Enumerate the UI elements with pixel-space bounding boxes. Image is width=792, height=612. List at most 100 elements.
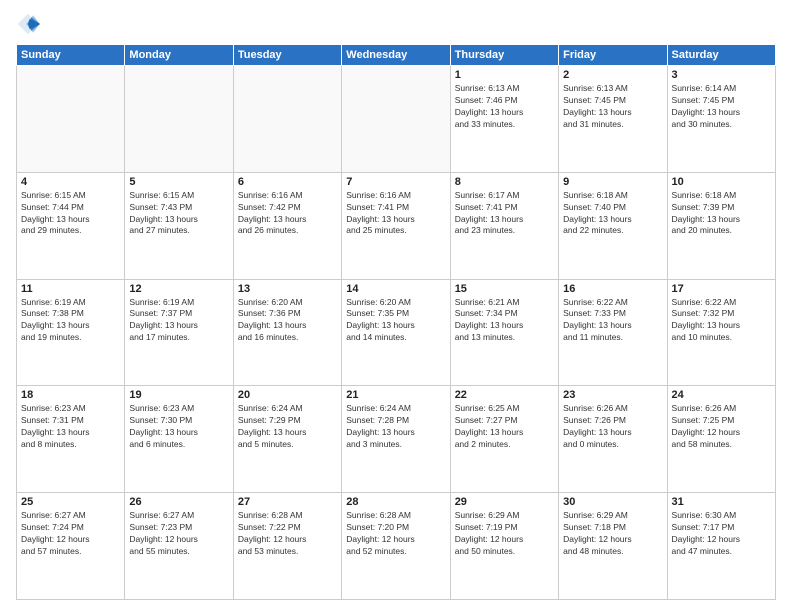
day-number: 17 xyxy=(672,283,771,295)
day-info: Sunrise: 6:20 AMSunset: 7:35 PMDaylight:… xyxy=(346,297,445,345)
day-number: 1 xyxy=(455,69,554,81)
day-info: Sunrise: 6:27 AMSunset: 7:23 PMDaylight:… xyxy=(129,510,228,558)
week-row: 4 Sunrise: 6:15 AMSunset: 7:44 PMDaylight… xyxy=(17,172,776,279)
day-number: 24 xyxy=(672,389,771,401)
day-info: Sunrise: 6:29 AMSunset: 7:19 PMDaylight:… xyxy=(455,510,554,558)
weekday-header: Sunday xyxy=(17,45,125,66)
day-info: Sunrise: 6:13 AMSunset: 7:45 PMDaylight:… xyxy=(563,83,662,131)
day-number: 9 xyxy=(563,176,662,188)
day-info: Sunrise: 6:14 AMSunset: 7:45 PMDaylight:… xyxy=(672,83,771,131)
day-info: Sunrise: 6:22 AMSunset: 7:33 PMDaylight:… xyxy=(563,297,662,345)
day-info: Sunrise: 6:15 AMSunset: 7:44 PMDaylight:… xyxy=(21,190,120,238)
calendar-cell xyxy=(125,66,233,173)
day-info: Sunrise: 6:23 AMSunset: 7:30 PMDaylight:… xyxy=(129,403,228,451)
calendar-cell: 13 Sunrise: 6:20 AMSunset: 7:36 PMDayligh… xyxy=(233,279,341,386)
week-row: 11 Sunrise: 6:19 AMSunset: 7:38 PMDayligh… xyxy=(17,279,776,386)
day-info: Sunrise: 6:26 AMSunset: 7:25 PMDaylight:… xyxy=(672,403,771,451)
day-number: 3 xyxy=(672,69,771,81)
day-number: 29 xyxy=(455,496,554,508)
day-info: Sunrise: 6:21 AMSunset: 7:34 PMDaylight:… xyxy=(455,297,554,345)
weekday-header: Wednesday xyxy=(342,45,450,66)
day-number: 25 xyxy=(21,496,120,508)
day-number: 19 xyxy=(129,389,228,401)
calendar-cell: 29 Sunrise: 6:29 AMSunset: 7:19 PMDayligh… xyxy=(450,493,558,600)
day-info: Sunrise: 6:23 AMSunset: 7:31 PMDaylight:… xyxy=(21,403,120,451)
day-info: Sunrise: 6:19 AMSunset: 7:38 PMDaylight:… xyxy=(21,297,120,345)
weekday-header: Friday xyxy=(559,45,667,66)
day-number: 18 xyxy=(21,389,120,401)
calendar-cell: 2 Sunrise: 6:13 AMSunset: 7:45 PMDaylight… xyxy=(559,66,667,173)
header xyxy=(16,12,776,36)
week-row: 1 Sunrise: 6:13 AMSunset: 7:46 PMDaylight… xyxy=(17,66,776,173)
calendar-cell xyxy=(17,66,125,173)
calendar-cell: 16Sunrise: 6:22 AMSunset: 7:33 PMDayligh… xyxy=(559,279,667,386)
day-info: Sunrise: 6:18 AMSunset: 7:40 PMDaylight:… xyxy=(563,190,662,238)
day-info: Sunrise: 6:24 AMSunset: 7:28 PMDaylight:… xyxy=(346,403,445,451)
weekday-row: SundayMondayTuesdayWednesdayThursdayFrid… xyxy=(17,45,776,66)
day-info: Sunrise: 6:29 AMSunset: 7:18 PMDaylight:… xyxy=(563,510,662,558)
weekday-header: Thursday xyxy=(450,45,558,66)
day-info: Sunrise: 6:22 AMSunset: 7:32 PMDaylight:… xyxy=(672,297,771,345)
day-info: Sunrise: 6:19 AMSunset: 7:37 PMDaylight:… xyxy=(129,297,228,345)
calendar-cell: 3 Sunrise: 6:14 AMSunset: 7:45 PMDaylight… xyxy=(667,66,775,173)
weekday-header: Saturday xyxy=(667,45,775,66)
week-row: 25 Sunrise: 6:27 AMSunset: 7:24 PMDayligh… xyxy=(17,493,776,600)
day-info: Sunrise: 6:16 AMSunset: 7:42 PMDaylight:… xyxy=(238,190,337,238)
week-row: 18 Sunrise: 6:23 AMSunset: 7:31 PMDayligh… xyxy=(17,386,776,493)
day-info: Sunrise: 6:25 AMSunset: 7:27 PMDaylight:… xyxy=(455,403,554,451)
day-number: 5 xyxy=(129,176,228,188)
day-number: 12 xyxy=(129,283,228,295)
day-number: 7 xyxy=(346,176,445,188)
weekday-header: Monday xyxy=(125,45,233,66)
calendar-cell: 31 Sunrise: 6:30 AMSunset: 7:17 PMDayligh… xyxy=(667,493,775,600)
day-info: Sunrise: 6:28 AMSunset: 7:20 PMDaylight:… xyxy=(346,510,445,558)
day-number: 6 xyxy=(238,176,337,188)
day-number: 31 xyxy=(672,496,771,508)
weekday-header: Tuesday xyxy=(233,45,341,66)
calendar-cell: 1 Sunrise: 6:13 AMSunset: 7:46 PMDaylight… xyxy=(450,66,558,173)
day-number: 4 xyxy=(21,176,120,188)
day-info: Sunrise: 6:18 AMSunset: 7:39 PMDaylight:… xyxy=(672,190,771,238)
calendar-cell xyxy=(342,66,450,173)
calendar-cell xyxy=(233,66,341,173)
logo xyxy=(16,12,44,36)
calendar: SundayMondayTuesdayWednesdayThursdayFrid… xyxy=(16,44,776,600)
day-number: 20 xyxy=(238,389,337,401)
day-number: 22 xyxy=(455,389,554,401)
day-number: 2 xyxy=(563,69,662,81)
calendar-cell: 6 Sunrise: 6:16 AMSunset: 7:42 PMDaylight… xyxy=(233,172,341,279)
day-number: 14 xyxy=(346,283,445,295)
calendar-cell: 19 Sunrise: 6:23 AMSunset: 7:30 PMDayligh… xyxy=(125,386,233,493)
day-info: Sunrise: 6:16 AMSunset: 7:41 PMDaylight:… xyxy=(346,190,445,238)
calendar-cell: 28 Sunrise: 6:28 AMSunset: 7:20 PMDayligh… xyxy=(342,493,450,600)
calendar-cell: 22 Sunrise: 6:25 AMSunset: 7:27 PMDayligh… xyxy=(450,386,558,493)
calendar-cell: 20Sunrise: 6:24 AMSunset: 7:29 PMDayligh… xyxy=(233,386,341,493)
calendar-cell: 26Sunrise: 6:27 AMSunset: 7:23 PMDayligh… xyxy=(125,493,233,600)
calendar-cell: 5 Sunrise: 6:15 AMSunset: 7:43 PMDaylight… xyxy=(125,172,233,279)
logo-icon xyxy=(16,12,40,36)
calendar-cell: 12 Sunrise: 6:19 AMSunset: 7:37 PMDayligh… xyxy=(125,279,233,386)
day-number: 30 xyxy=(563,496,662,508)
day-number: 11 xyxy=(21,283,120,295)
calendar-cell: 15 Sunrise: 6:21 AMSunset: 7:34 PMDayligh… xyxy=(450,279,558,386)
day-number: 27 xyxy=(238,496,337,508)
day-info: Sunrise: 6:17 AMSunset: 7:41 PMDaylight:… xyxy=(455,190,554,238)
day-info: Sunrise: 6:13 AMSunset: 7:46 PMDaylight:… xyxy=(455,83,554,131)
day-number: 15 xyxy=(455,283,554,295)
day-number: 28 xyxy=(346,496,445,508)
day-info: Sunrise: 6:30 AMSunset: 7:17 PMDaylight:… xyxy=(672,510,771,558)
day-number: 13 xyxy=(238,283,337,295)
day-number: 23 xyxy=(563,389,662,401)
day-number: 10 xyxy=(672,176,771,188)
calendar-cell: 9 Sunrise: 6:18 AMSunset: 7:40 PMDaylight… xyxy=(559,172,667,279)
calendar-cell: 23Sunrise: 6:26 AMSunset: 7:26 PMDayligh… xyxy=(559,386,667,493)
calendar-cell: 27Sunrise: 6:28 AMSunset: 7:22 PMDayligh… xyxy=(233,493,341,600)
calendar-body: 1 Sunrise: 6:13 AMSunset: 7:46 PMDaylight… xyxy=(17,66,776,600)
calendar-cell: 7 Sunrise: 6:16 AMSunset: 7:41 PMDaylight… xyxy=(342,172,450,279)
calendar-cell: 30 Sunrise: 6:29 AMSunset: 7:18 PMDayligh… xyxy=(559,493,667,600)
day-info: Sunrise: 6:15 AMSunset: 7:43 PMDaylight:… xyxy=(129,190,228,238)
day-info: Sunrise: 6:27 AMSunset: 7:24 PMDaylight:… xyxy=(21,510,120,558)
day-info: Sunrise: 6:20 AMSunset: 7:36 PMDaylight:… xyxy=(238,297,337,345)
calendar-cell: 21Sunrise: 6:24 AMSunset: 7:28 PMDayligh… xyxy=(342,386,450,493)
calendar-header: SundayMondayTuesdayWednesdayThursdayFrid… xyxy=(17,45,776,66)
